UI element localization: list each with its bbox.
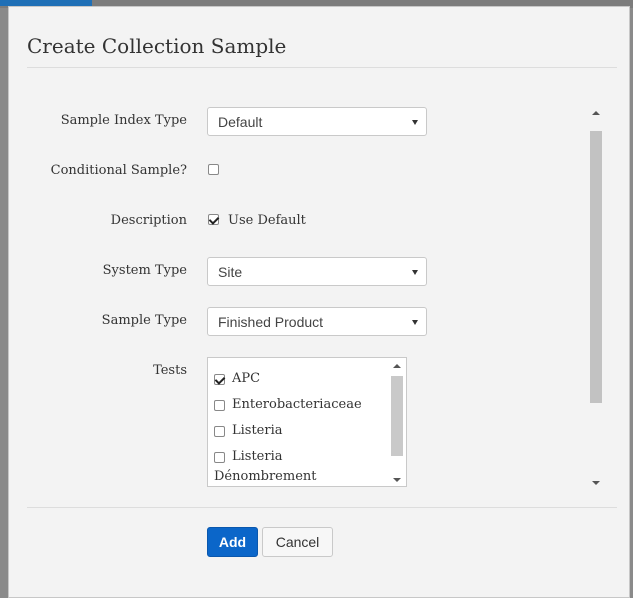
test-checkbox-enterobacteriaceae[interactable] xyxy=(214,400,225,411)
chevron-down-icon xyxy=(412,120,418,125)
test-label: Enterobacteriaceae xyxy=(232,397,362,412)
conditional-sample-label: Conditional Sample? xyxy=(50,163,187,178)
row-sample-index-type: Sample Index Type Default xyxy=(9,107,617,137)
test-checkbox-listeria-denombrement[interactable] xyxy=(214,452,225,463)
conditional-sample-checkbox[interactable] xyxy=(208,164,219,175)
use-default-label[interactable]: Use Default xyxy=(228,213,306,228)
test-checkbox-listeria[interactable] xyxy=(214,426,225,437)
sample-type-value: Finished Product xyxy=(218,314,324,330)
test-label: APC xyxy=(232,371,261,386)
modal-header: Create Collection Sample xyxy=(27,7,617,68)
row-system-type: System Type Site xyxy=(9,257,617,287)
scroll-thumb[interactable] xyxy=(391,376,403,456)
tests-label: Tests xyxy=(153,363,187,378)
description-label: Description xyxy=(110,213,187,228)
row-tests: Tests APC Enterobacteriaceae Listeria Li… xyxy=(9,357,617,489)
sample-index-type-select[interactable]: Default xyxy=(207,107,427,136)
sample-type-label: Sample Type xyxy=(101,313,187,328)
system-type-select[interactable]: Site xyxy=(207,257,427,286)
row-description: Description Use Default xyxy=(9,207,617,237)
sample-index-type-value: Default xyxy=(218,114,263,130)
test-label: Listeria xyxy=(232,449,283,464)
system-type-value: Site xyxy=(218,264,243,280)
tests-list-scrollbar[interactable] xyxy=(390,360,404,484)
test-checkbox-apc[interactable] xyxy=(214,374,225,385)
create-collection-sample-dialog: Create Collection Sample Sample Index Ty… xyxy=(8,6,630,598)
scroll-down-arrow-icon[interactable] xyxy=(393,478,401,482)
scroll-up-arrow-icon[interactable] xyxy=(393,364,401,368)
use-default-checkbox[interactable] xyxy=(208,214,219,225)
modal-title: Create Collection Sample xyxy=(27,34,287,58)
test-label: Listeria xyxy=(232,423,283,438)
modal-body: Sample Index Type Default Conditional Sa… xyxy=(9,97,617,497)
sample-index-type-label: Sample Index Type xyxy=(60,113,187,128)
row-conditional-sample: Conditional Sample? xyxy=(9,157,617,187)
sample-type-select[interactable]: Finished Product xyxy=(207,307,427,336)
chevron-down-icon xyxy=(412,270,418,275)
modal-footer-divider xyxy=(27,507,617,508)
system-type-label: System Type xyxy=(102,263,187,278)
tests-list[interactable]: APC Enterobacteriaceae Listeria Listeria… xyxy=(207,357,407,487)
test-label-line2: Dénombrement xyxy=(214,469,317,484)
cancel-button[interactable]: Cancel xyxy=(262,527,333,557)
row-sample-type: Sample Type Finished Product xyxy=(9,307,617,337)
add-button[interactable]: Add xyxy=(207,527,258,557)
chevron-down-icon xyxy=(412,320,418,325)
